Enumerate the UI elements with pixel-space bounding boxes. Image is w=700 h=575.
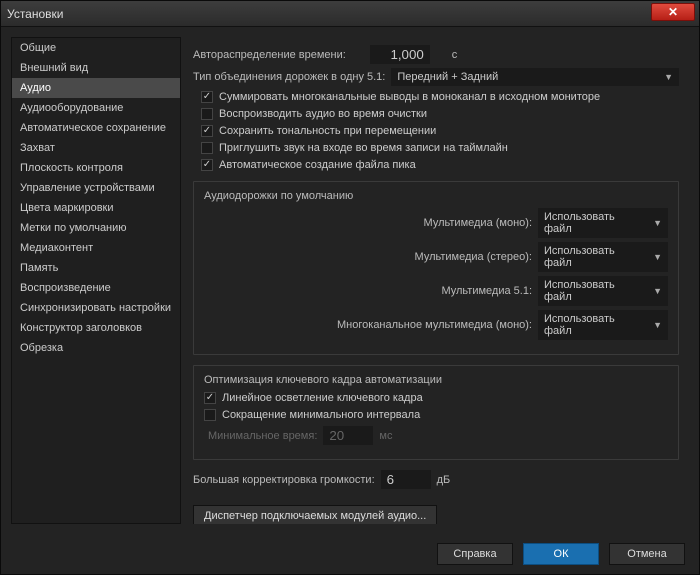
sidebar-item-audio[interactable]: Аудио xyxy=(12,78,180,98)
label-multichannel: Многоканальное мультимедиа (моно): xyxy=(204,319,532,331)
sidebar-item-memory[interactable]: Память xyxy=(12,258,180,278)
row-mixdown: Тип объединения дорожек в одну 5.1: Пере… xyxy=(193,68,679,86)
label-pitch: Сохранить тональность при перемещении xyxy=(219,125,436,137)
close-button[interactable]: ✕ xyxy=(651,3,695,21)
sidebar: Общие Внешний вид Аудио Аудиооборудовани… xyxy=(11,37,181,524)
label-auto-peak: Автоматическое создание файла пика xyxy=(219,159,416,171)
label-reduce: Сокращение минимального интервала xyxy=(222,409,420,421)
row-large-volume: Большая корректировка громкости: дБ xyxy=(193,470,679,489)
checkbox-sum-mono[interactable] xyxy=(201,91,213,103)
content-panel: Автораспределение времени: с Тип объедин… xyxy=(189,37,689,524)
sidebar-item-appearance[interactable]: Внешний вид xyxy=(12,58,180,78)
subrow-stereo: Мультимедиа (стерео): Использовать файл … xyxy=(204,242,668,272)
label-mute-input: Приглушить звук на входе во время записи… xyxy=(219,142,508,154)
dropdown-stereo[interactable]: Использовать файл ▼ xyxy=(538,242,668,272)
unit-db: дБ xyxy=(437,474,451,486)
input-min-time xyxy=(323,426,373,445)
sidebar-item-control-surface[interactable]: Плоскость контроля xyxy=(12,158,180,178)
sidebar-item-label-defaults[interactable]: Метки по умолчанию xyxy=(12,218,180,238)
label-stereo: Мультимедиа (стерео): xyxy=(204,251,532,263)
subrow-51: Мультимедиа 5.1: Использовать файл ▼ xyxy=(204,276,668,306)
cb-row-linear: Линейное осветление ключевого кадра xyxy=(204,392,668,404)
sidebar-item-titler[interactable]: Конструктор заголовков xyxy=(12,318,180,338)
chevron-down-icon: ▼ xyxy=(653,320,662,330)
input-auto-time[interactable] xyxy=(370,45,430,64)
cb-row-pitch: Сохранить тональность при перемещении xyxy=(201,125,679,137)
chevron-down-icon: ▼ xyxy=(664,72,673,82)
dropdown-51-value: Использовать файл xyxy=(544,279,645,303)
label-linear: Линейное осветление ключевого кадра xyxy=(222,392,423,404)
close-icon: ✕ xyxy=(668,5,678,19)
cancel-button[interactable]: Отмена xyxy=(609,543,685,565)
sidebar-item-autosave[interactable]: Автоматическое сохранение xyxy=(12,118,180,138)
sidebar-item-sync-settings[interactable]: Синхронизировать настройки xyxy=(12,298,180,318)
sidebar-item-general[interactable]: Общие xyxy=(12,38,180,58)
window-body: Общие Внешний вид Аудио Аудиооборудовани… xyxy=(1,27,699,534)
label-51: Мультимедиа 5.1: xyxy=(204,285,532,297)
cb-row-mute-input: Приглушить звук на входе во время записи… xyxy=(201,142,679,154)
settings-window: Установки ✕ Общие Внешний вид Аудио Ауди… xyxy=(0,0,700,575)
checkbox-play-scrub[interactable] xyxy=(201,108,213,120)
dropdown-multichannel-value: Использовать файл xyxy=(544,313,645,337)
label-sum-mono: Суммировать многоканальные выводы в моно… xyxy=(219,91,600,103)
cb-row-auto-peak: Автоматическое создание файла пика xyxy=(201,159,679,171)
cb-row-sum-mono: Суммировать многоканальные выводы в моно… xyxy=(201,91,679,103)
input-large-volume[interactable] xyxy=(381,470,431,489)
checkbox-reduce[interactable] xyxy=(204,409,216,421)
unit-seconds: с xyxy=(452,49,458,61)
group-title-keyframe: Оптимизация ключевого кадра автоматизаци… xyxy=(204,374,668,386)
sidebar-item-capture[interactable]: Захват xyxy=(12,138,180,158)
sidebar-item-device-control[interactable]: Управление устройствами xyxy=(12,178,180,198)
chevron-down-icon: ▼ xyxy=(653,252,662,262)
dropdown-multichannel[interactable]: Использовать файл ▼ xyxy=(538,310,668,340)
sidebar-item-label-colors[interactable]: Цвета маркировки xyxy=(12,198,180,218)
button-plugin-manager[interactable]: Диспетчер подключаемых модулей аудио... xyxy=(193,505,437,524)
unit-ms: мс xyxy=(379,430,392,442)
cb-row-play-scrub: Воспроизводить аудио во время очистки xyxy=(201,108,679,120)
dropdown-stereo-value: Использовать файл xyxy=(544,245,645,269)
checkbox-auto-peak[interactable] xyxy=(201,159,213,171)
label-min-time: Минимальное время: xyxy=(208,430,317,442)
sidebar-item-audio-hw[interactable]: Аудиооборудование xyxy=(12,98,180,118)
chevron-down-icon: ▼ xyxy=(653,218,662,228)
chevron-down-icon: ▼ xyxy=(653,286,662,296)
row-auto-time: Автораспределение времени: с xyxy=(193,45,679,64)
checkbox-pitch[interactable] xyxy=(201,125,213,137)
checkbox-mute-input[interactable] xyxy=(201,142,213,154)
dropdown-mixdown-value: Передний + Задний xyxy=(397,71,498,83)
sidebar-item-playback[interactable]: Воспроизведение xyxy=(12,278,180,298)
dropdown-mono[interactable]: Использовать файл ▼ xyxy=(538,208,668,238)
dropdown-mixdown[interactable]: Передний + Задний ▼ xyxy=(391,68,679,86)
window-title: Установки xyxy=(7,7,63,21)
cb-row-reduce: Сокращение минимального интервала xyxy=(204,409,668,421)
dropdown-51[interactable]: Использовать файл ▼ xyxy=(538,276,668,306)
group-title-default-tracks: Аудиодорожки по умолчанию xyxy=(204,190,668,202)
dropdown-mono-value: Использовать файл xyxy=(544,211,645,235)
label-play-scrub: Воспроизводить аудио во время очистки xyxy=(219,108,427,120)
label-mixdown: Тип объединения дорожек в одну 5.1: xyxy=(193,71,385,83)
label-auto-time: Автораспределение времени: xyxy=(193,49,346,61)
help-button[interactable]: Справка xyxy=(437,543,513,565)
titlebar: Установки ✕ xyxy=(1,1,699,27)
group-default-tracks: Аудиодорожки по умолчанию Мультимедиа (м… xyxy=(193,181,679,355)
subrow-mono: Мультимедиа (моно): Использовать файл ▼ xyxy=(204,208,668,238)
sidebar-item-media[interactable]: Медиаконтент xyxy=(12,238,180,258)
ok-button[interactable]: ОК xyxy=(523,543,599,565)
sidebar-item-trim[interactable]: Обрезка xyxy=(12,338,180,358)
button-bar: Справка ОК Отмена xyxy=(1,534,699,574)
group-keyframe-opt: Оптимизация ключевого кадра автоматизаци… xyxy=(193,365,679,460)
row-min-time: Минимальное время: мс xyxy=(208,426,668,445)
label-large-volume: Большая корректировка громкости: xyxy=(193,474,375,486)
subrow-multichannel: Многоканальное мультимедиа (моно): Испол… xyxy=(204,310,668,340)
checkbox-linear[interactable] xyxy=(204,392,216,404)
label-mono: Мультимедиа (моно): xyxy=(204,217,532,229)
